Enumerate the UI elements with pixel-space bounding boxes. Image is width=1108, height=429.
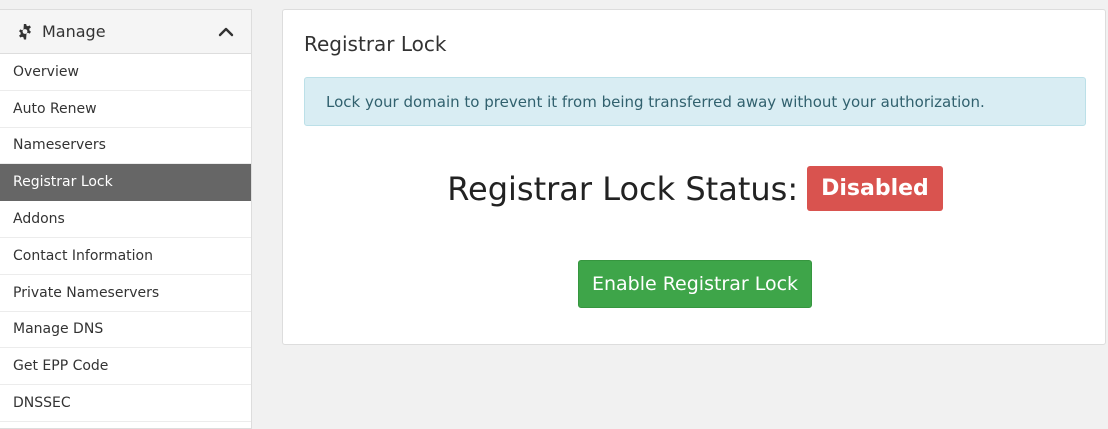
info-alert-text: Lock your domain to prevent it from bein…: [326, 92, 985, 111]
enable-registrar-lock-button[interactable]: Enable Registrar Lock: [578, 260, 812, 308]
sidebar-item-private-nameservers[interactable]: Private Nameservers: [0, 275, 251, 312]
sidebar-item-contact-information[interactable]: Contact Information: [0, 238, 251, 275]
sidebar-item-registrar-lock[interactable]: Registrar Lock: [0, 164, 251, 202]
sidebar-item-manage-dns[interactable]: Manage DNS: [0, 312, 251, 349]
chevron-up-icon[interactable]: [218, 24, 234, 40]
sidebar-item-auto-renew[interactable]: Auto Renew: [0, 91, 251, 128]
status-badge: Disabled: [807, 166, 943, 211]
sidebar-item-dnssec[interactable]: DNSSEC: [0, 385, 251, 422]
sidebar-header[interactable]: Manage: [0, 10, 251, 54]
sidebar-item-nameservers[interactable]: Nameservers: [0, 128, 251, 165]
status-row: Registrar Lock Status: Disabled: [283, 166, 1107, 211]
panel-title: Registrar Lock: [304, 32, 447, 56]
info-alert: Lock your domain to prevent it from bein…: [304, 77, 1086, 126]
sidebar-item-addons[interactable]: Addons: [0, 201, 251, 238]
sidebar: Manage Overview Auto Renew Nameservers R…: [0, 9, 252, 429]
gear-icon: [17, 23, 33, 40]
sidebar-item-overview[interactable]: Overview: [0, 54, 251, 91]
sidebar-item-get-epp-code[interactable]: Get EPP Code: [0, 348, 251, 386]
sidebar-header-title: Manage: [42, 22, 106, 41]
registrar-lock-panel: Registrar Lock Lock your domain to preve…: [282, 9, 1106, 345]
status-label: Registrar Lock Status:: [447, 169, 799, 208]
